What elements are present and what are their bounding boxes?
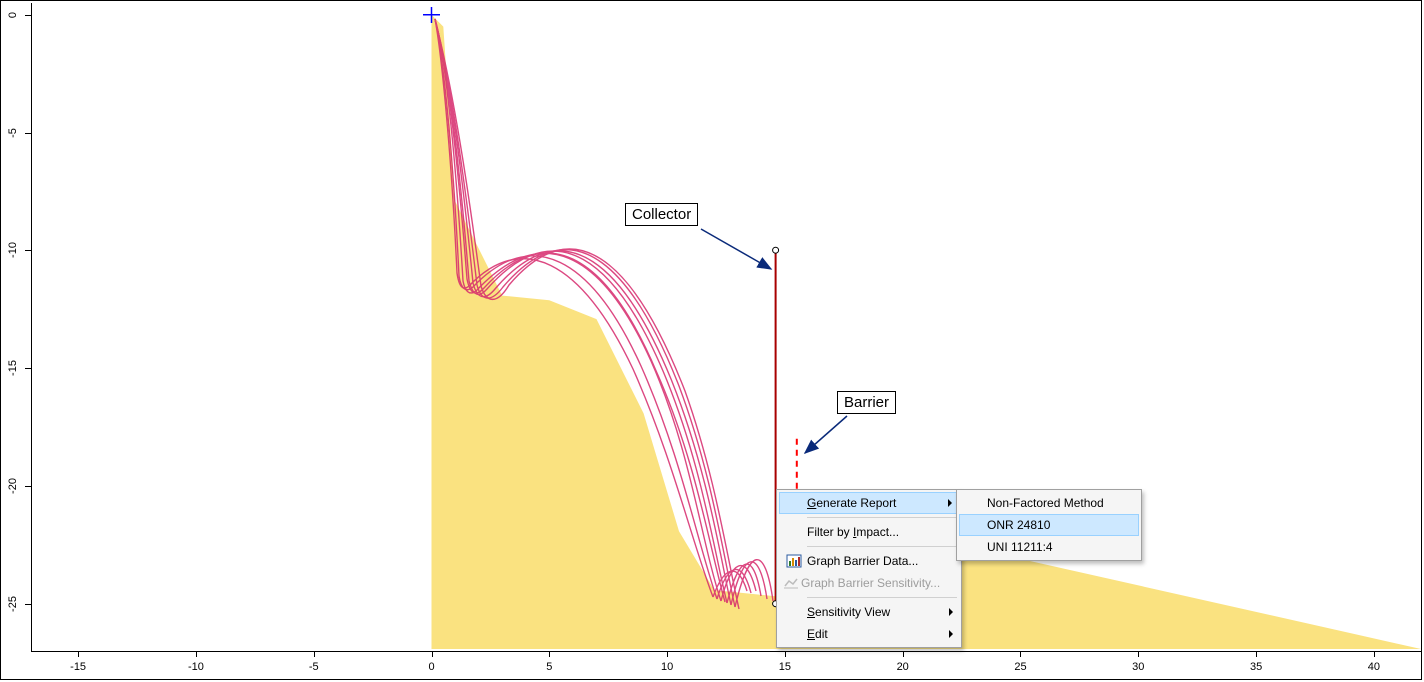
generate-report-submenu[interactable]: Non-Factored Method ONR 24810 UNI 11211:…	[956, 489, 1142, 561]
barrier-callout[interactable]: Barrier	[837, 391, 896, 414]
submenu-item-non-factored[interactable]: Non-Factored Method	[959, 492, 1139, 514]
x-tick	[432, 651, 433, 657]
submenu-arrow-icon	[949, 608, 953, 616]
x-tick	[785, 651, 786, 657]
y-tick-label: -15	[7, 358, 19, 378]
y-tick	[25, 250, 31, 251]
y-tick	[25, 15, 31, 16]
menu-item-label: Graph Barrier Sensitivity...	[801, 576, 940, 590]
x-tick	[1020, 651, 1021, 657]
menu-separator	[807, 597, 957, 598]
callout-label: Barrier	[844, 394, 889, 411]
app-frame: -15 -10 -5 0 5 10 15 20 25 30 35 40 0 -5 -10 -15 -20 -25…	[0, 0, 1422, 680]
menu-item-sensitivity-view[interactable]: Sensitivity View	[779, 601, 959, 623]
x-tick-label: -15	[70, 661, 86, 673]
submenu-item-label: ONR 24810	[987, 518, 1050, 532]
blank-icon	[783, 494, 805, 512]
x-tick-label: 15	[779, 661, 791, 673]
x-tick	[314, 651, 315, 657]
context-menu[interactable]: Generate Report Filter by Impact... Grap…	[776, 489, 962, 648]
chart-icon	[783, 552, 805, 570]
x-tick	[78, 651, 79, 657]
y-tick	[25, 604, 31, 605]
submenu-item-onr-24810[interactable]: ONR 24810	[959, 514, 1139, 536]
barrier-arrow	[805, 416, 847, 453]
blank-icon	[783, 603, 805, 621]
callout-label: Collector	[632, 206, 691, 223]
x-tick-label: 40	[1368, 661, 1380, 673]
menu-item-edit[interactable]: Edit	[779, 623, 959, 645]
x-tick	[196, 651, 197, 657]
x-tick-label: 5	[546, 661, 552, 673]
x-tick-label: 20	[897, 661, 909, 673]
submenu-item-uni-11211-4[interactable]: UNI 11211:4	[959, 536, 1139, 558]
submenu-item-label: UNI 11211:4	[987, 540, 1053, 554]
x-tick-label: 10	[661, 661, 673, 673]
y-tick-label: 0	[7, 5, 19, 25]
x-tick	[903, 651, 904, 657]
x-tick-label: 0	[428, 661, 434, 673]
x-tick	[549, 651, 550, 657]
menu-item-generate-report[interactable]: Generate Report	[779, 492, 959, 514]
blank-icon	[783, 523, 805, 541]
menu-item-label: Filter by Impact...	[807, 525, 899, 539]
chart-grey-icon	[783, 574, 799, 592]
menu-separator	[807, 517, 957, 518]
y-tick	[25, 133, 31, 134]
y-tick-label: -20	[7, 476, 19, 496]
collector-arrow	[701, 229, 771, 269]
submenu-item-label: Non-Factored Method	[987, 496, 1104, 510]
x-tick-label: 35	[1250, 661, 1262, 673]
x-tick-label: -5	[309, 661, 319, 673]
x-tick	[1256, 651, 1257, 657]
menu-item-label: Sensitivity View	[807, 605, 890, 619]
seeder-marker[interactable]	[423, 7, 440, 23]
y-tick-label: -5	[7, 123, 19, 143]
blank-icon	[783, 625, 805, 643]
menu-item-label: Edit	[807, 627, 828, 641]
menu-item-graph-barrier-sensitivity: Graph Barrier Sensitivity...	[779, 572, 959, 594]
y-tick	[25, 368, 31, 369]
menu-item-graph-barrier-data[interactable]: Graph Barrier Data...	[779, 550, 959, 572]
x-tick	[1138, 651, 1139, 657]
submenu-arrow-icon	[949, 630, 953, 638]
menu-item-filter-by-impact[interactable]: Filter by Impact...	[779, 521, 959, 543]
collector-callout[interactable]: Collector	[625, 203, 698, 226]
plot-canvas[interactable]	[1, 1, 1421, 681]
x-tick	[1374, 651, 1375, 657]
submenu-arrow-icon	[948, 499, 952, 507]
x-tick-label: 25	[1014, 661, 1026, 673]
y-tick	[25, 486, 31, 487]
y-tick-label: -25	[7, 594, 19, 614]
menu-item-label: Generate Report	[807, 496, 896, 510]
menu-separator	[807, 546, 957, 547]
x-tick	[667, 651, 668, 657]
x-tick-label: -10	[188, 661, 204, 673]
y-tick-label: -10	[7, 240, 19, 260]
menu-item-label: Graph Barrier Data...	[807, 554, 918, 568]
x-tick-label: 30	[1132, 661, 1144, 673]
collector-top-node[interactable]	[773, 247, 779, 253]
